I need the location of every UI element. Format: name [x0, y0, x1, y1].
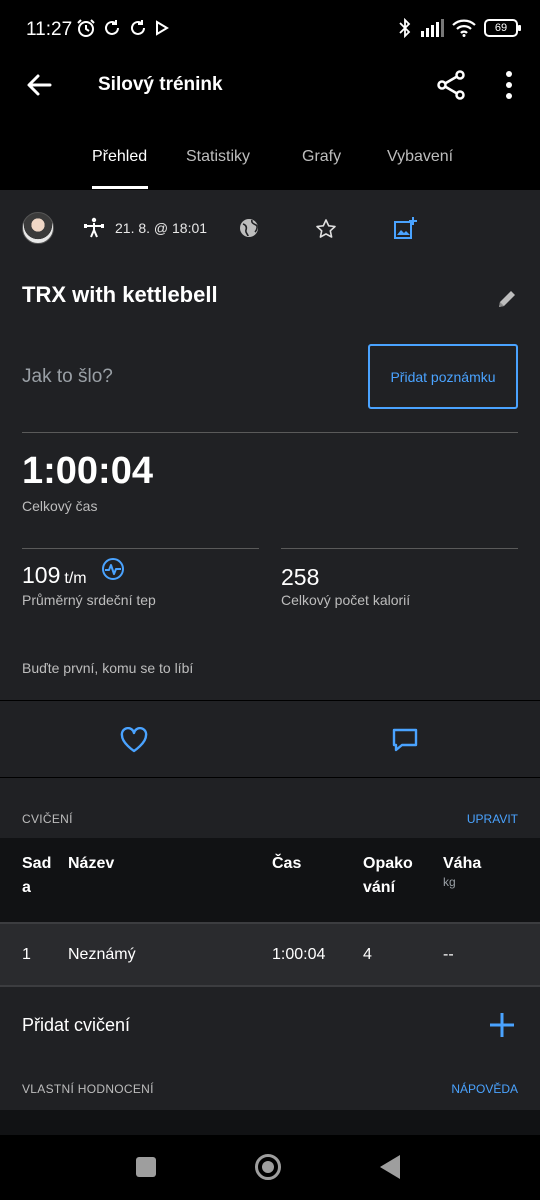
add-exercise-label: Přidat cvičení — [22, 1015, 131, 1035]
sync-icon — [105, 20, 119, 35]
system-back-icon[interactable] — [380, 1155, 400, 1179]
recents-icon[interactable] — [136, 1157, 156, 1177]
bluetooth-icon — [399, 18, 411, 38]
comment-button[interactable] — [271, 701, 540, 777]
tab-vybaveni[interactable]: Vybavení — [387, 148, 453, 166]
status-time: 11:27 — [26, 19, 73, 40]
cell-reps: 4 — [363, 946, 372, 963]
add-photo-icon[interactable] — [392, 215, 418, 241]
star-icon[interactable] — [314, 217, 338, 241]
app-bar: Silový trénink — [0, 60, 540, 110]
tab-grafy[interactable]: Grafy — [302, 148, 341, 166]
heart-icon — [120, 727, 148, 753]
alarm-icon — [77, 19, 95, 37]
share-icon[interactable] — [434, 68, 468, 102]
tab-indicator — [92, 186, 148, 189]
heart-rate-label: Průměrný srdeční tep — [22, 592, 156, 608]
globe-icon[interactable] — [238, 217, 260, 239]
exercises-header: CVIČENÍ UPRAVIT — [0, 790, 540, 838]
divider — [22, 432, 518, 433]
sync-icon — [131, 20, 145, 35]
strength-activity-icon — [84, 217, 104, 238]
back-arrow-icon[interactable] — [22, 68, 56, 102]
likes-text: Buďte první, komu se to líbí — [22, 660, 194, 676]
tab-bar: Přehled Statistiky Grafy Vybavení — [0, 130, 540, 190]
heart-rate-number: 109 — [22, 562, 61, 588]
add-note-button[interactable]: Přidat poznámku — [368, 344, 518, 409]
total-time-label: Celkový čas — [22, 498, 98, 514]
note-prompt[interactable]: Jak to šlo? — [22, 366, 113, 388]
cell-set: 1 — [22, 946, 31, 963]
edit-pencil-icon[interactable] — [496, 288, 518, 310]
table-row[interactable]: 1 Neznámý 1:00:04 4 -- — [0, 922, 540, 987]
social-actions — [0, 700, 540, 778]
avatar[interactable] — [22, 212, 54, 244]
col-name: Název — [68, 855, 115, 872]
calories-value: 258 — [281, 564, 320, 590]
help-link[interactable]: NÁPOVĚDA — [451, 1082, 518, 1096]
comment-icon — [392, 728, 418, 752]
rating-header: VLASTNÍ HODNOCENÍ NÁPOVĚDA — [0, 1060, 540, 1108]
tab-statistiky[interactable]: Statistiky — [186, 148, 250, 166]
heart-rate-zone-icon[interactable] — [101, 557, 125, 581]
heart-rate-value: 109 t/m — [22, 562, 87, 589]
col-set: Sad a — [22, 855, 52, 896]
col-reps: Opako vání — [363, 855, 413, 896]
workout-meta: 21. 8. @ 18:01 — [22, 212, 522, 246]
plus-icon[interactable] — [488, 1011, 516, 1039]
total-time-value: 1:00:04 — [22, 450, 153, 492]
home-icon[interactable] — [255, 1154, 281, 1180]
add-exercise-row[interactable]: Přidat cvičení — [0, 987, 540, 1065]
col-weight-unit: kg — [443, 875, 456, 889]
tab-prehled[interactable]: Přehled — [92, 148, 147, 166]
battery-level: 69 — [494, 22, 508, 34]
workout-name: TRX with kettlebell — [22, 282, 218, 307]
heart-rate-unit: t/m — [64, 570, 87, 587]
like-button[interactable] — [0, 701, 269, 777]
exercises-section-title: CVIČENÍ — [22, 812, 73, 826]
system-nav-bar — [0, 1135, 540, 1200]
calories-label: Celkový počet kalorií — [281, 592, 411, 608]
col-weight: Váha kg — [443, 852, 481, 888]
cell-time: 1:00:04 — [272, 946, 326, 963]
workout-date: 21. 8. @ 18:01 — [115, 220, 208, 236]
signal-icon — [421, 19, 444, 37]
edit-exercises-link[interactable]: UPRAVIT — [467, 812, 518, 826]
cell-weight: -- — [443, 946, 454, 963]
wifi-icon — [452, 19, 476, 37]
play-store-icon — [156, 20, 169, 36]
exercise-table-header: Sad a Název Čas Opako vání Váha kg — [0, 838, 540, 922]
divider — [22, 548, 259, 549]
page-title: Silový trénink — [98, 74, 223, 95]
more-vert-icon[interactable] — [494, 68, 524, 102]
cell-name: Neznámý — [68, 946, 136, 963]
battery-icon: 69 — [484, 19, 521, 37]
rating-section-title: VLASTNÍ HODNOCENÍ — [22, 1082, 154, 1096]
col-weight-label: Váha — [443, 855, 482, 872]
rating-row[interactable] — [0, 1110, 540, 1135]
col-time: Čas — [272, 855, 302, 872]
divider — [281, 548, 518, 549]
status-bar: 11:27 69 — [0, 0, 540, 60]
workout-detail: 21. 8. @ 18:01 TRX with kettlebell Jak t… — [0, 190, 540, 1135]
